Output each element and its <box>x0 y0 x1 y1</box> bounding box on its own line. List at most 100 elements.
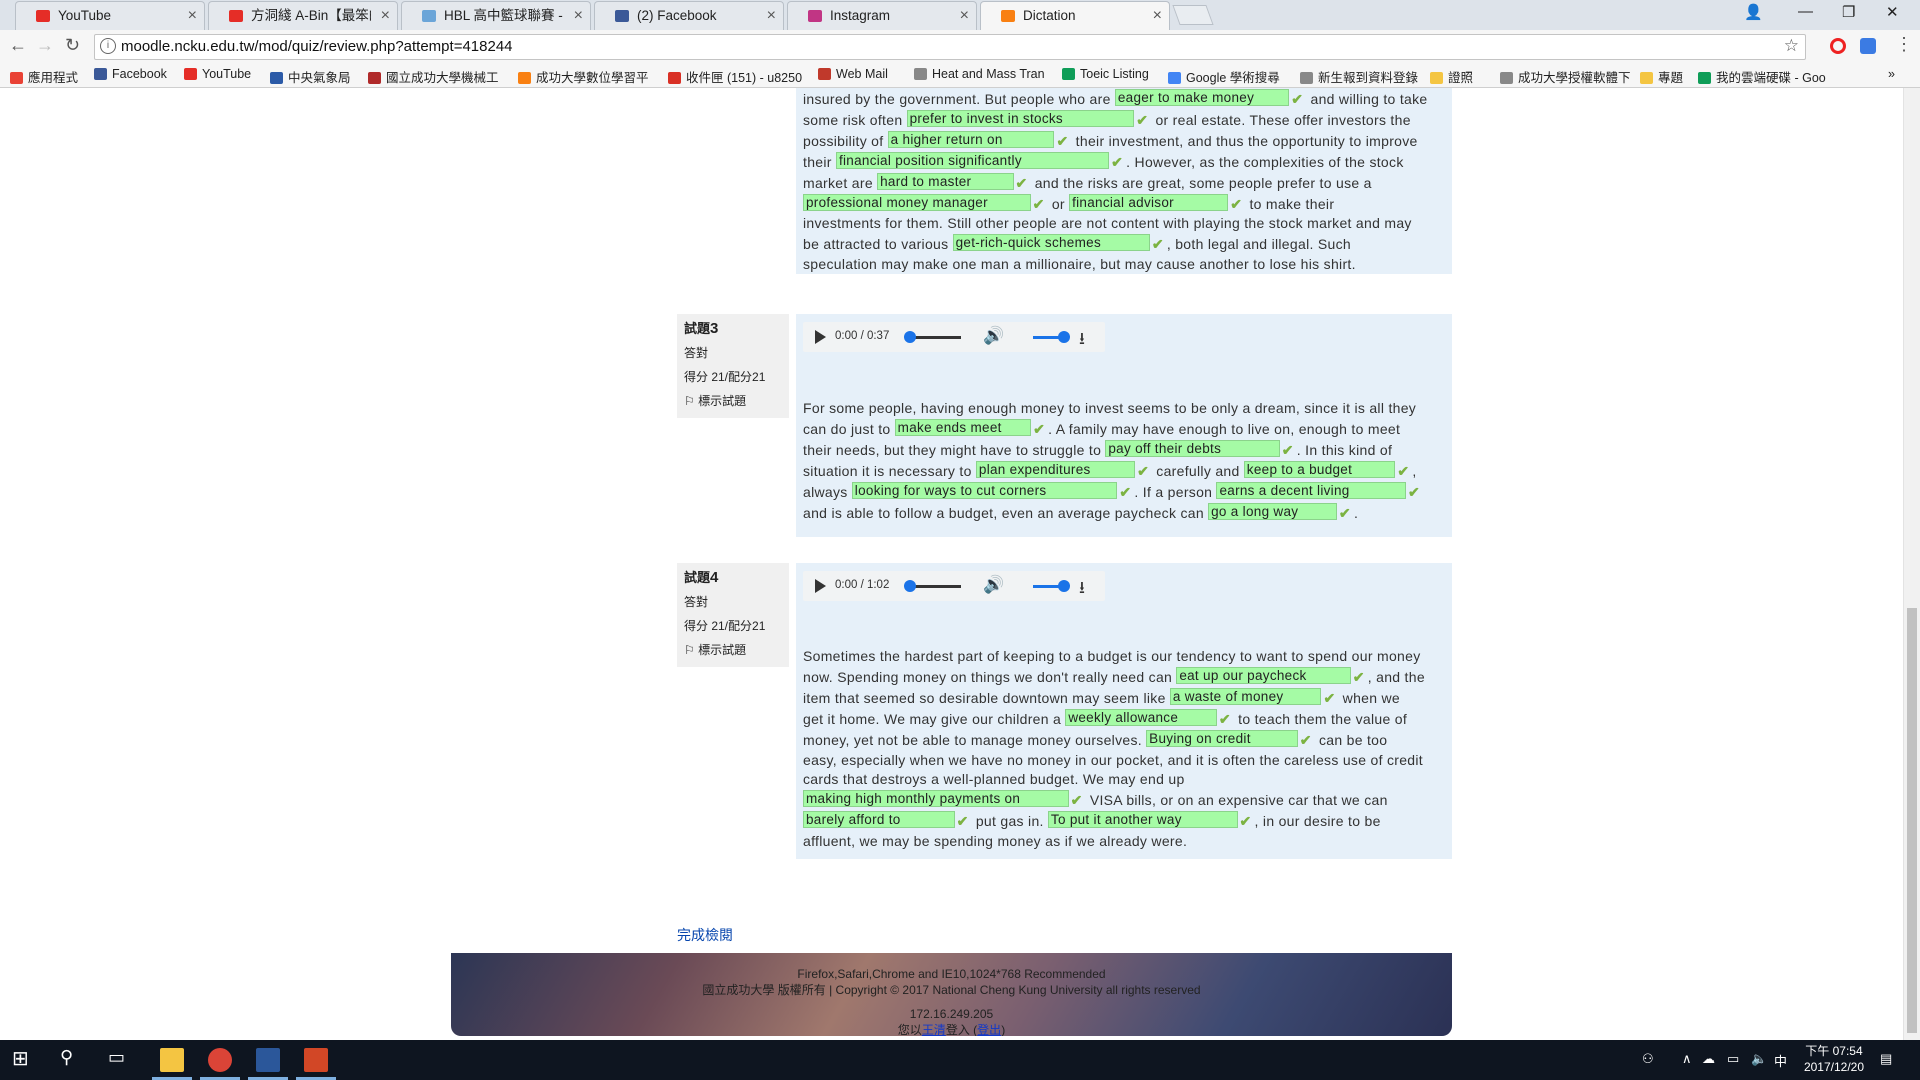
minimize-icon[interactable]: — <box>1798 3 1813 20</box>
bookmark-item[interactable]: 證照 <box>1430 67 1473 86</box>
bookmark-item[interactable]: 中央氣象局 <box>270 67 351 86</box>
answer-field[interactable]: barely afford to <box>803 811 955 829</box>
question-3-flag[interactable]: ⚐ 標示試題 <box>684 392 782 409</box>
seek-bar[interactable] <box>909 585 961 588</box>
close-tab-icon[interactable]: × <box>767 2 776 29</box>
show-hidden-icon[interactable]: ∧ <box>1682 1051 1692 1067</box>
answer-field[interactable]: financial position significantly <box>835 151 1110 169</box>
back-icon[interactable]: ← <box>9 35 27 56</box>
volume-icon[interactable]: 🔊 <box>983 575 1004 595</box>
audio-player-q4[interactable]: 0:00 / 1:02 🔊 ⭳ <box>803 571 1105 601</box>
bookmark-item[interactable]: YouTube <box>184 67 251 81</box>
new-tab-button[interactable] <box>1172 5 1214 25</box>
opera-extension-icon[interactable] <box>1830 38 1846 54</box>
answer-field[interactable]: eager to make money <box>1114 89 1290 106</box>
close-tab-icon[interactable]: × <box>1153 2 1162 29</box>
tab-4[interactable]: (2) Facebook × <box>594 1 784 30</box>
tab-5[interactable]: Instagram × <box>787 1 977 30</box>
clock[interactable]: 下午 07:54 2017/12/20 <box>1804 1043 1864 1075</box>
close-window-icon[interactable]: ✕ <box>1886 3 1899 21</box>
answer-field[interactable]: hard to master <box>877 172 1014 190</box>
close-tab-icon[interactable]: × <box>188 2 197 29</box>
restore-icon[interactable]: ❐ <box>1842 3 1855 21</box>
volume-knob[interactable] <box>1058 580 1070 592</box>
answer-field[interactable]: eat up our paycheck <box>1176 666 1351 684</box>
answer-field[interactable]: keep to a budget <box>1243 460 1396 478</box>
file-explorer-icon[interactable] <box>160 1048 184 1072</box>
forward-icon[interactable]: → <box>36 35 54 56</box>
answer-field[interactable]: go a long way <box>1208 502 1337 520</box>
seek-knob[interactable] <box>904 580 916 592</box>
close-tab-icon[interactable]: × <box>574 2 583 29</box>
chrome-icon[interactable] <box>208 1048 232 1072</box>
tab-2[interactable]: 方洞綫 A-Bin【最笨的人 × <box>208 1 398 30</box>
people-icon[interactable]: ⚇ <box>1642 1051 1654 1067</box>
search-icon[interactable]: ⚲ <box>60 1047 84 1071</box>
bookmark-item[interactable]: 我的雲端硬碟 - Goo <box>1698 67 1826 86</box>
info-icon[interactable]: i <box>100 38 116 54</box>
answer-field[interactable]: looking for ways to cut corners <box>851 481 1118 499</box>
seek-knob[interactable] <box>904 331 916 343</box>
answer-field[interactable]: make ends meet <box>894 418 1032 436</box>
task-view-icon[interactable]: ▭ <box>108 1047 132 1071</box>
tab-3[interactable]: HBL 高中籃球聯賽 - × <box>401 1 591 30</box>
menu-icon[interactable]: ⋮ <box>1895 34 1913 55</box>
volume-icon[interactable]: 🔊 <box>983 326 1004 346</box>
download-icon[interactable]: ⭳ <box>1079 575 1085 604</box>
network-icon[interactable]: ▭ <box>1727 1051 1739 1067</box>
extension-icon[interactable] <box>1860 38 1876 54</box>
onedrive-icon[interactable]: ☁ <box>1702 1051 1715 1067</box>
bookmark-item[interactable]: Heat and Mass Tran <box>914 67 1045 81</box>
volume-knob[interactable] <box>1058 331 1070 343</box>
bookmark-item[interactable]: Google 學術搜尋 <box>1168 67 1280 86</box>
download-icon[interactable]: ⭳ <box>1079 326 1085 355</box>
play-icon[interactable] <box>815 330 826 344</box>
seek-bar[interactable] <box>909 336 961 339</box>
answer-field[interactable]: prefer to invest in stocks <box>906 109 1135 127</box>
bookmark-item[interactable]: Toeic Listing <box>1062 67 1149 81</box>
close-tab-icon[interactable]: × <box>960 2 969 29</box>
finish-review-link[interactable]: 完成檢閱 <box>677 925 733 945</box>
notification-icon[interactable]: ▤ <box>1880 1051 1892 1067</box>
user-link[interactable]: 王清 <box>922 1023 946 1036</box>
answer-field[interactable]: pay off their debts <box>1105 439 1280 457</box>
bookmark-item[interactable]: 成功大學數位學習平 <box>518 67 649 86</box>
windows-start-icon[interactable]: ⊞ <box>12 1046 36 1070</box>
more-bookmarks-icon[interactable]: » <box>1888 67 1895 81</box>
bookmark-star-icon[interactable]: ☆ <box>1784 36 1799 56</box>
tab-6[interactable]: Dictation × <box>980 1 1170 30</box>
answer-field[interactable]: To put it another way <box>1047 811 1238 829</box>
reload-icon[interactable]: ↻ <box>65 35 80 56</box>
answer-field[interactable]: get-rich-quick schemes <box>952 234 1150 252</box>
powerpoint-icon[interactable] <box>304 1048 328 1072</box>
answer-field[interactable]: a higher return on <box>887 130 1055 148</box>
answer-field[interactable]: financial advisor <box>1069 193 1229 211</box>
question-4-flag[interactable]: ⚐ 標示試題 <box>684 641 782 658</box>
answer-field[interactable]: earns a decent living <box>1216 481 1407 499</box>
scrollbar[interactable] <box>1903 88 1920 1040</box>
user-profile-icon[interactable]: 👤 <box>1744 3 1763 21</box>
speaker-icon[interactable]: 🔈 <box>1751 1051 1767 1067</box>
bookmark-item[interactable]: 應用程式 <box>10 67 78 86</box>
ime-indicator[interactable]: 中 <box>1774 1051 1787 1070</box>
word-icon[interactable] <box>256 1048 280 1072</box>
bookmark-item[interactable]: Web Mail <box>818 67 888 81</box>
bookmark-item[interactable]: 收件匣 (151) - u8250 <box>668 67 802 86</box>
answer-field[interactable]: plan expenditures <box>975 460 1136 478</box>
bookmark-item[interactable]: 成功大學授權軟體下 <box>1500 67 1631 86</box>
answer-field[interactable]: Buying on credit <box>1146 729 1298 747</box>
answer-field[interactable]: making high monthly payments on <box>803 790 1069 808</box>
address-bar[interactable]: i moodle.ncku.edu.tw/mod/quiz/review.php… <box>94 34 1806 60</box>
answer-field[interactable]: professional money manager <box>803 193 1031 211</box>
play-icon[interactable] <box>815 579 826 593</box>
bookmark-item[interactable]: Facebook <box>94 67 167 81</box>
answer-field[interactable]: a waste of money <box>1169 687 1322 705</box>
tab-1[interactable]: YouTube × <box>15 1 205 30</box>
bookmark-item[interactable]: 專題 <box>1640 67 1683 86</box>
logout-link[interactable]: 登出 <box>977 1023 1001 1036</box>
audio-player-q3[interactable]: 0:00 / 0:37 🔊 ⭳ <box>803 322 1105 352</box>
bookmark-item[interactable]: 新生報到資料登錄 <box>1300 67 1418 86</box>
bookmark-item[interactable]: 國立成功大學機械工 <box>368 67 499 86</box>
close-tab-icon[interactable]: × <box>381 2 390 29</box>
answer-field[interactable]: weekly allowance <box>1065 708 1217 726</box>
